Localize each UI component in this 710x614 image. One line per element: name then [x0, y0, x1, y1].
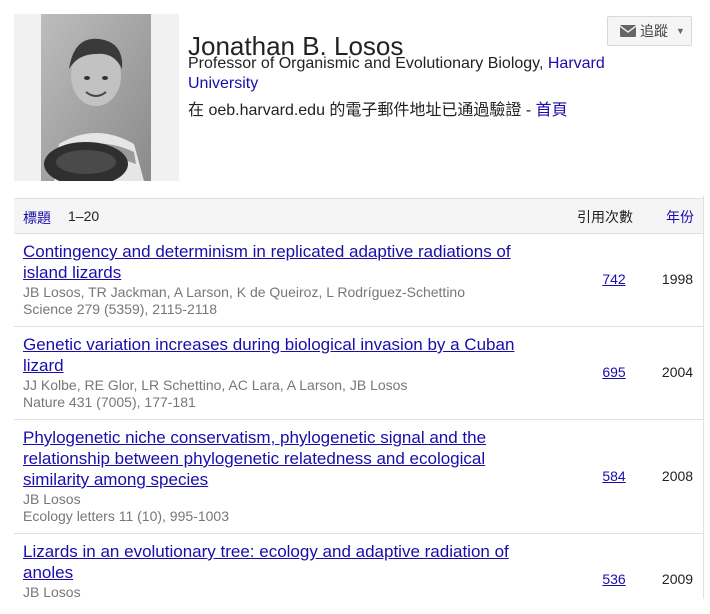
articles-table-header: 標題 1–20 引用次數 年份 — [14, 198, 703, 234]
article-venue: Nature 431 (7005), 177-181 — [23, 394, 196, 410]
cited-by-count[interactable]: 584 — [584, 468, 644, 484]
verified-email-text: 在 oeb.harvard.edu 的電子郵件地址已通過驗證 - — [188, 102, 536, 119]
sort-by-title[interactable]: 標題 — [23, 208, 51, 228]
verified-email: 在 oeb.harvard.edu 的電子郵件地址已通過驗證 - 首頁 — [188, 96, 568, 120]
cited-by-count[interactable]: 536 — [584, 571, 644, 587]
article-year: 2008 — [661, 468, 694, 484]
follow-label: 追蹤 — [640, 23, 668, 39]
article-year: 1998 — [661, 271, 694, 287]
cited-by-count[interactable]: 695 — [584, 364, 644, 380]
sort-by-year[interactable]: 年份 — [666, 207, 694, 227]
article-venue: Ecology letters 11 (10), 995-1003 — [23, 508, 229, 524]
article-year: 2004 — [661, 364, 694, 380]
article-row: Contingency and determinism in replicate… — [14, 234, 703, 327]
article-authors: JB Losos — [23, 491, 81, 507]
article-title[interactable]: Contingency and determinism in replicate… — [23, 241, 548, 283]
article-row: Genetic variation increases during biolo… — [14, 327, 703, 420]
cited-by-count[interactable]: 742 — [584, 271, 644, 287]
affiliation-text: Professor of Organismic and Evolutionary… — [188, 55, 548, 72]
article-year: 2009 — [661, 571, 694, 587]
follow-button[interactable]: 追蹤 ▼ — [607, 16, 692, 46]
article-row: Lizards in an evolutionary tree: ecology… — [14, 534, 703, 614]
article-range: 1–20 — [68, 208, 100, 224]
article-title[interactable]: Lizards in an evolutionary tree: ecology… — [23, 541, 548, 583]
article-authors: JB Losos, TR Jackman, A Larson, K de Que… — [23, 284, 466, 300]
column-divider — [703, 196, 704, 599]
article-authors: JJ Kolbe, RE Glor, LR Schettino, AC Lara… — [23, 377, 408, 393]
article-venue: Science 279 (5359), 2115-2118 — [23, 301, 218, 317]
homepage-link[interactable]: 首頁 — [536, 102, 568, 119]
profile-header: Jonathan B. Losos Professor of Organismi… — [14, 14, 704, 194]
article-authors: JB Losos — [23, 584, 81, 600]
article-row: Phylogenetic niche conservatism, phyloge… — [14, 420, 703, 534]
profile-photo — [14, 14, 179, 181]
mail-icon — [620, 25, 636, 37]
article-title[interactable]: Phylogenetic niche conservatism, phyloge… — [23, 427, 548, 490]
caret-down-icon: ▼ — [676, 26, 685, 36]
profile-affiliation: Professor of Organismic and Evolutionary… — [188, 54, 648, 94]
sort-by-cited[interactable]: 引用次數 — [577, 207, 633, 227]
articles-list: Contingency and determinism in replicate… — [14, 234, 703, 614]
article-title[interactable]: Genetic variation increases during biolo… — [23, 334, 548, 376]
